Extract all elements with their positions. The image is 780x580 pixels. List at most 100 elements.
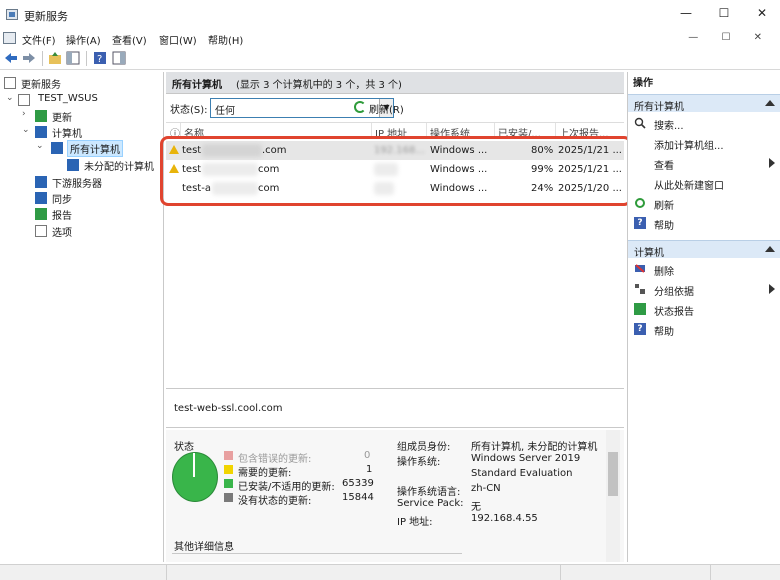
forward-arrow-icon[interactable] — [22, 51, 36, 65]
status-heading: 状态 — [174, 442, 194, 453]
help-icon: ? — [634, 323, 646, 335]
annotation-highlight — [160, 136, 632, 206]
report-icon — [634, 303, 646, 315]
legend-needed-value: 1 — [366, 464, 373, 475]
server-icon — [18, 94, 30, 106]
action-view[interactable]: 查看 — [628, 154, 780, 172]
navigation-tree: 更新服务 ⌄ TEST_WSUS › 更新 ⌄ 计算机 ⌄ 所有计算机 未分配的… — [0, 72, 164, 562]
action-refresh[interactable]: 刷新 — [628, 194, 780, 212]
downstream-servers-icon — [35, 176, 47, 188]
submenu-arrow-icon — [769, 284, 775, 294]
updates-icon — [35, 110, 47, 122]
menu-file[interactable]: 文件(F) — [22, 32, 56, 47]
wsus-app-icon — [6, 9, 18, 20]
help-icon[interactable]: ? — [93, 51, 107, 65]
legend-swatch-installed — [224, 479, 233, 488]
action-status-report[interactable]: 状态报告 — [628, 300, 780, 318]
legend-needed-label: 需要的更新: — [238, 468, 292, 479]
actions-pane: 操作 所有计算机 搜索... 添加计算机组... 查看 从此处新建窗口 刷新 ?… — [627, 72, 780, 562]
details-scrollbar[interactable] — [606, 430, 620, 562]
chevron-down-icon[interactable]: ⌄ — [6, 93, 14, 103]
prop-value-ip: 192.168.4.55 — [471, 513, 538, 524]
svg-text:?: ? — [97, 54, 102, 65]
minimize-button[interactable]: — — [676, 6, 696, 24]
window-title: 更新服务 — [24, 10, 68, 23]
action-group-by[interactable]: 分组依据 — [628, 280, 780, 298]
collapse-icon[interactable] — [765, 100, 775, 106]
pane-title: 所有计算机 — [172, 80, 222, 91]
collapse-icon[interactable] — [765, 246, 775, 252]
prop-label-os-language: 操作系统语言: — [397, 487, 461, 498]
selected-computer-name: test-web-ssl.cool.com — [174, 403, 283, 414]
action-pane-icon[interactable] — [112, 51, 126, 65]
legend-installed-label: 已安装/不适用的更新: — [238, 482, 335, 493]
legend-swatch-needed — [224, 465, 233, 474]
up-folder-icon[interactable] — [48, 51, 62, 65]
maximize-button[interactable]: ☐ — [714, 6, 734, 24]
legend-errors-label: 包含错误的更新: — [238, 454, 312, 465]
action-search[interactable]: 搜索... — [628, 114, 780, 132]
toolbar: ? — [0, 48, 780, 70]
action-delete[interactable]: 删除 — [628, 260, 780, 278]
menu-help[interactable]: 帮助(H) — [208, 32, 243, 47]
prop-value-membership: 所有计算机, 未分配的计算机 — [471, 442, 598, 453]
chevron-down-icon[interactable]: ⌄ — [22, 125, 30, 135]
menu-bar: 文件(F) 操作(A) 查看(V) 窗口(W) 帮助(H) — ☐ ✕ — [0, 30, 780, 48]
status-filter-value: 任何 — [215, 106, 235, 117]
mdi-child-controls[interactable]: — ☐ ✕ — [688, 32, 772, 43]
back-arrow-icon[interactable] — [4, 51, 18, 65]
mdi-window-icon[interactable] — [3, 32, 16, 44]
prop-value-os-edition: Standard Evaluation — [471, 468, 573, 479]
prop-label-service-pack: Service Pack: — [397, 498, 464, 509]
chevron-right-icon[interactable]: › — [22, 109, 26, 119]
filter-bar: 状态(S): 任何 ▼ 刷新(R) — [166, 96, 624, 120]
refresh-icon — [635, 198, 645, 208]
actions-section-computer[interactable]: 计算机 — [628, 240, 780, 259]
action-help[interactable]: ? 帮助 — [628, 214, 780, 232]
update-services-icon — [4, 77, 16, 89]
prop-value-os: Windows Server 2019 — [471, 453, 581, 464]
legend-swatch-nostatus — [224, 493, 233, 502]
status-pie-chart — [172, 452, 218, 502]
synchronization-icon — [35, 192, 47, 204]
other-details-heading: 其他详细信息 — [174, 542, 234, 553]
options-icon — [35, 225, 47, 237]
toolbar-separator — [42, 51, 43, 66]
computer-group-icon — [51, 142, 63, 154]
menu-view[interactable]: 查看(V) — [112, 32, 147, 47]
pane-header: 所有计算机 (显示 3 个计算机中的 3 个，共 3 个) — [166, 72, 624, 94]
show-hide-tree-icon[interactable] — [66, 51, 80, 65]
action-new-window[interactable]: 从此处新建窗口 — [628, 174, 780, 192]
reports-icon — [35, 208, 47, 220]
prop-label-membership: 组成员身份: — [397, 442, 451, 453]
chevron-down-icon[interactable]: ⌄ — [36, 141, 44, 151]
legend-nostatus-value: 15844 — [342, 492, 374, 503]
scrollbar-thumb[interactable] — [608, 452, 618, 496]
legend-swatch-errors — [224, 451, 233, 460]
legend-installed-value: 65339 — [342, 478, 374, 489]
actions-title: 操作 — [633, 78, 653, 89]
refresh-icon — [354, 101, 366, 113]
menu-window[interactable]: 窗口(W) — [159, 32, 197, 47]
toolbar-separator — [86, 51, 87, 66]
computer-group-icon — [67, 159, 79, 171]
delete-computer-icon — [635, 264, 645, 273]
prop-value-service-pack: 无 — [471, 502, 481, 513]
prop-label-os: 操作系统: — [397, 457, 441, 468]
menu-action[interactable]: 操作(A) — [66, 32, 101, 47]
prop-value-os-language: zh-CN — [471, 483, 501, 494]
status-filter-select[interactable]: 任何 ▼ — [210, 98, 394, 118]
status-bar — [0, 564, 780, 580]
actions-section-all-computers[interactable]: 所有计算机 — [628, 94, 780, 113]
close-button[interactable]: ✕ — [752, 6, 772, 24]
group-by-icon — [635, 284, 645, 294]
action-add-group[interactable]: 添加计算机组... — [628, 134, 780, 152]
pane-summary: (显示 3 个计算机中的 3 个，共 3 个) — [236, 80, 402, 91]
status-filter-label: 状态(S): — [170, 105, 208, 116]
submenu-arrow-icon — [769, 158, 775, 168]
action-help-computer[interactable]: ? 帮助 — [628, 320, 780, 338]
title-bar: 更新服务 — ☐ ✕ — [0, 0, 780, 30]
legend-errors-value: 0 — [364, 450, 371, 461]
search-icon — [634, 117, 646, 129]
computers-icon — [35, 126, 47, 138]
